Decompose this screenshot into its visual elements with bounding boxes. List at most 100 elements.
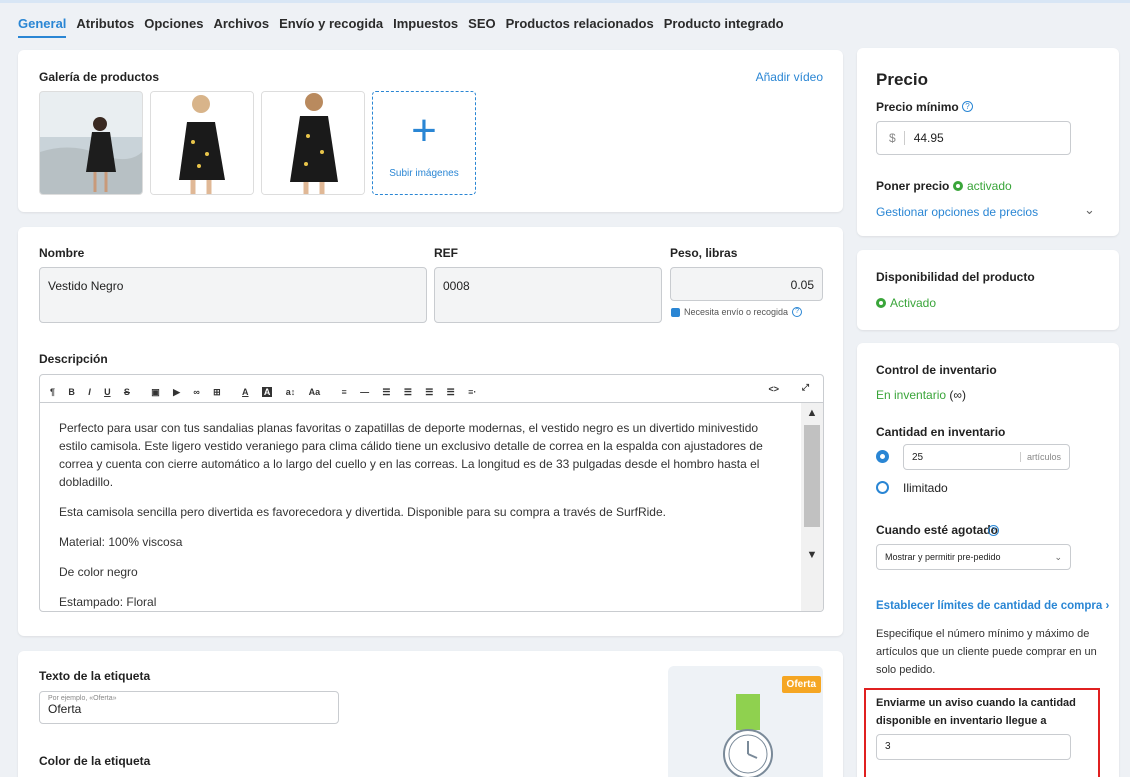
chevron-down-icon[interactable]: ⌄	[1084, 202, 1095, 218]
tab-impuestos[interactable]: Impuestos	[393, 16, 458, 38]
scroll-down-icon[interactable]: ▼	[801, 549, 823, 561]
in-stock-link[interactable]: En inventario	[876, 388, 946, 402]
tab-archivos[interactable]: Archivos	[213, 16, 269, 38]
description-paragraph: De color negro	[59, 565, 138, 579]
weight-label: Peso, libras	[670, 246, 738, 260]
infinite-indicator: (∞)	[949, 388, 966, 402]
bold-icon[interactable]: B	[68, 387, 75, 397]
strikethrough-icon[interactable]: S	[124, 387, 130, 397]
radio-unlimited[interactable]	[876, 481, 889, 494]
add-video-link[interactable]: Añadir vídeo	[756, 70, 823, 84]
paragraph-icon[interactable]: ¶	[50, 387, 55, 397]
label-color-title: Color de la etiqueta	[39, 754, 151, 768]
label-text-input[interactable]: Por ejemplo, «Oferta» Oferta	[39, 691, 339, 724]
description-paragraph: Esta camisola sencilla pero divertida es…	[59, 505, 666, 519]
price-value: 44.95	[913, 131, 944, 145]
tab-bar: General Atributos Opciones Archivos Enví…	[18, 16, 784, 38]
label-card: Texto de la etiqueta Por ejemplo, «Ofert…	[18, 651, 843, 777]
name-input[interactable]: Vestido Negro	[39, 267, 427, 323]
radio-limited[interactable]	[876, 450, 889, 463]
price-card: Precio Precio mínimo ? $ 44.95 Poner pre…	[857, 48, 1119, 236]
gallery-title: Galería de productos	[39, 70, 160, 84]
tab-seo[interactable]: SEO	[468, 16, 495, 38]
availability-toggle[interactable]: Activado	[876, 296, 936, 310]
out-of-stock-label: Cuando esté agotado	[876, 523, 999, 537]
more-icon[interactable]: ≡·	[468, 387, 476, 397]
checkbox-checked-icon[interactable]	[671, 307, 680, 317]
tab-producto-integrado[interactable]: Producto integrado	[664, 16, 784, 38]
help-icon[interactable]: ?	[962, 101, 973, 112]
out-of-stock-select[interactable]: Mostrar y permitir pre-pedido ⌄	[876, 544, 1071, 570]
out-of-stock-option: Mostrar y permitir pre-pedido	[885, 552, 1001, 562]
ordered-list-icon[interactable]: ☰	[404, 387, 412, 398]
label-text-placeholder: Por ejemplo, «Oferta»	[48, 695, 117, 702]
align-icon[interactable]: ≡	[341, 387, 346, 397]
shipping-checkbox-label: Necesita envío o recogida	[684, 307, 789, 317]
chevron-down-icon: ⌄	[1054, 551, 1062, 562]
toggle-on-icon	[876, 298, 886, 308]
label-preview: Oferta	[668, 666, 823, 777]
code-view-icon[interactable]: <>	[768, 384, 779, 394]
shipping-checkbox-row[interactable]: Necesita envío o recogida ?	[671, 307, 803, 317]
notify-label: Enviarme un aviso cuando la cantidad dis…	[876, 697, 1076, 727]
set-price-toggle[interactable]: activado	[953, 179, 1012, 193]
ref-label: REF	[434, 246, 458, 260]
product-image-3[interactable]	[261, 91, 365, 195]
scroll-up-icon[interactable]: ▲	[801, 407, 823, 419]
description-label: Descripción	[39, 352, 108, 366]
underline-icon[interactable]: U	[104, 387, 111, 397]
link-icon[interactable]: ∞	[193, 387, 199, 397]
price-input[interactable]: $ 44.95	[876, 121, 1071, 155]
product-details-card: Nombre Vestido Negro REF 0008 Peso, libr…	[18, 227, 843, 636]
purchase-limits-description: Especifique el número mínimo y máximo de…	[876, 628, 1097, 676]
label-text-value: Oferta	[48, 702, 82, 716]
purchase-limits-link[interactable]: Establecer límites de cantidad de compra…	[876, 600, 1109, 612]
set-price-status: activado	[967, 179, 1012, 193]
italic-icon[interactable]: I	[88, 387, 91, 397]
tab-envio[interactable]: Envío y recogida	[279, 16, 383, 38]
image-icon[interactable]: ▣	[151, 387, 160, 398]
tab-general[interactable]: General	[18, 16, 67, 38]
scrollbar-thumb[interactable]	[804, 425, 820, 527]
video-icon[interactable]: ▶	[173, 387, 180, 398]
price-title: Precio	[876, 70, 928, 89]
indent-icon[interactable]: ☰	[447, 387, 455, 398]
purchase-limits-label: Establecer límites de cantidad de compra	[876, 600, 1103, 612]
weight-input[interactable]: 0.05	[670, 267, 823, 301]
description-editor[interactable]: ¶ B I U S ▣ ▶ ∞ ⊞ A A a↕ Aa ≡ — ☰ ☰ ☰ ☰ …	[39, 374, 824, 612]
tab-productos-relacionados[interactable]: Productos relacionados	[506, 16, 654, 38]
line-height-icon[interactable]: a↕	[286, 387, 296, 397]
font-size-icon[interactable]: Aa	[309, 387, 321, 397]
product-image-2[interactable]	[150, 91, 254, 195]
notify-threshold-input[interactable]: 3	[876, 734, 1071, 760]
quantity-input[interactable]: 25 artículos	[903, 444, 1070, 470]
help-icon[interactable]: ?	[988, 525, 999, 536]
editor-scrollbar[interactable]: ▲ ▼	[801, 403, 823, 611]
in-stock-row[interactable]: En inventario (∞)	[876, 388, 966, 402]
quantity-unit: artículos	[1019, 452, 1061, 462]
text-color-icon[interactable]: A	[242, 387, 249, 397]
upload-images-button[interactable]: + Subir imágenes	[372, 91, 476, 195]
sale-badge: Oferta	[781, 676, 821, 693]
unordered-list-icon[interactable]: ☰	[382, 387, 390, 398]
editor-content[interactable]: Perfecto para usar con tus sandalias pla…	[40, 403, 801, 611]
inventory-card: Control de inventario En inventario (∞) …	[857, 343, 1119, 777]
availability-title: Disponibilidad del producto	[876, 270, 1035, 284]
outdent-icon[interactable]: ☰	[425, 387, 433, 398]
tab-opciones[interactable]: Opciones	[144, 16, 203, 38]
min-price-label: Precio mínimo	[876, 100, 959, 114]
ref-input[interactable]: 0008	[434, 267, 662, 323]
description-paragraph: Estampado: Floral	[59, 595, 157, 609]
manage-prices-link[interactable]: Gestionar opciones de precios	[876, 205, 1038, 219]
table-icon[interactable]: ⊞	[213, 387, 221, 398]
currency-symbol: $	[889, 131, 905, 145]
background-color-icon[interactable]: A	[261, 387, 273, 397]
horizontal-rule-icon[interactable]: —	[360, 387, 369, 397]
product-image-1[interactable]	[39, 91, 143, 195]
help-icon[interactable]: ?	[792, 307, 803, 317]
tab-atributos[interactable]: Atributos	[76, 16, 134, 38]
unlimited-label: Ilimitado	[903, 481, 948, 495]
fullscreen-icon[interactable]: ⤢	[802, 382, 809, 393]
availability-status: Activado	[890, 296, 937, 310]
upload-images-label: Subir imágenes	[389, 168, 459, 179]
